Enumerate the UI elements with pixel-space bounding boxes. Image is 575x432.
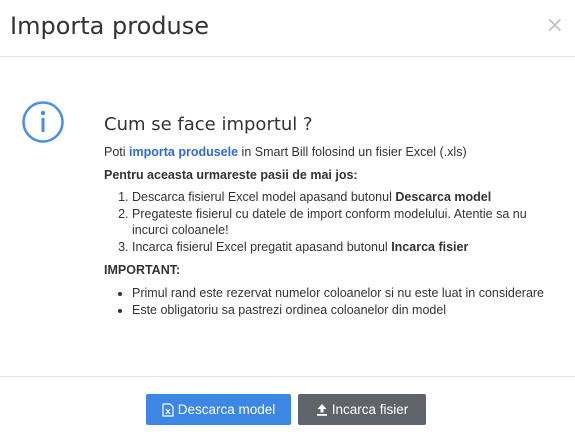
steps-title: Pentru aceasta urmareste pasii de mai jo… xyxy=(104,168,358,182)
step-text: Pregateste fisierul cu datele de import … xyxy=(132,207,527,237)
steps-list: Descarca fisierul Excel model apasand bu… xyxy=(104,189,554,255)
intro-text: Poti importa produsele in Smart Bill fol… xyxy=(104,144,554,160)
intro-prefix: Poti xyxy=(104,145,130,159)
intro-suffix: in Smart Bill folosind un fisier Excel (… xyxy=(238,145,467,159)
close-icon[interactable]: × xyxy=(546,14,564,38)
step-bold: Incarca fisier xyxy=(391,240,469,254)
list-item: Pregateste fisierul cu datele de import … xyxy=(132,206,554,238)
list-item: Primul rand este rezervat numelor coloan… xyxy=(132,285,554,301)
import-products-link[interactable]: importa produsele xyxy=(129,145,238,159)
step-bold: Descarca model xyxy=(395,190,492,204)
download-model-label: Descarca model xyxy=(177,402,276,417)
upload-file-label: Incarca fisier xyxy=(331,402,409,417)
list-item: Descarca fisierul Excel model apasand bu… xyxy=(132,189,554,205)
notes-list: Primul rand este rezervat numelor coloan… xyxy=(104,285,554,318)
list-item: Este obligatoriu sa pastrezi ordinea col… xyxy=(132,302,554,318)
excel-file-icon xyxy=(162,402,174,417)
instructions-heading: Cum se face importul ? xyxy=(104,114,313,135)
dialog-footer: Descarca model Incarca fisier xyxy=(0,376,575,432)
instructions: Cum se face importul ? Poti importa prod… xyxy=(104,114,554,319)
step-text: Descarca fisierul Excel model apasand bu… xyxy=(132,190,396,204)
step-text: Incarca fisierul Excel pregatit apasand … xyxy=(132,240,392,254)
important-title: IMPORTANT: xyxy=(104,263,181,277)
dialog-header: Importa produse × xyxy=(0,0,575,57)
dialog-title: Importa produse xyxy=(10,12,209,40)
info-circle-icon xyxy=(22,101,64,143)
list-item: Incarca fisierul Excel pregatit apasand … xyxy=(132,239,554,255)
upload-file-button[interactable]: Incarca fisier xyxy=(298,394,426,425)
upload-icon xyxy=(316,404,327,416)
download-model-button[interactable]: Descarca model xyxy=(146,394,291,425)
